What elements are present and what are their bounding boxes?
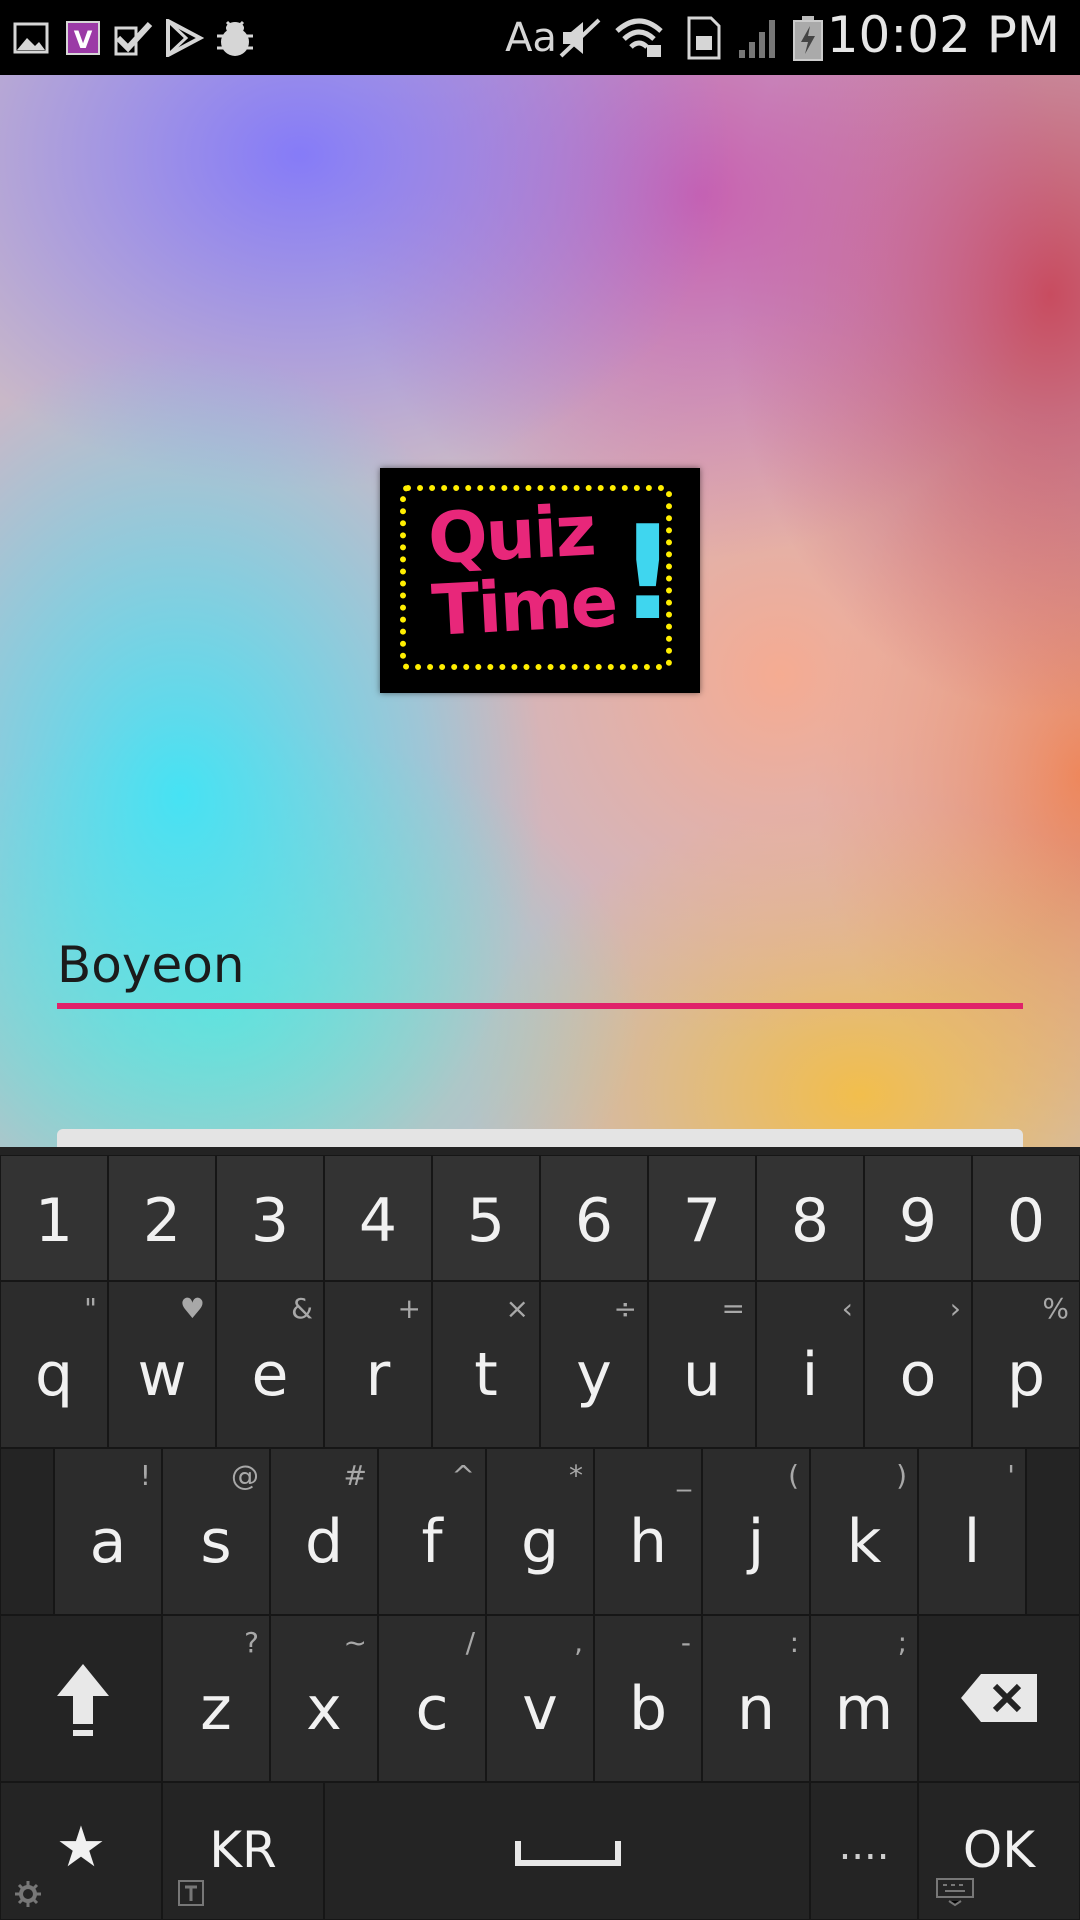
debug-bug-icon	[212, 14, 258, 62]
logo-title: Quiz Time	[426, 489, 623, 652]
key-o[interactable]: › o	[864, 1281, 972, 1448]
ok-enter-key[interactable]: OK	[918, 1782, 1080, 1920]
task-check-icon	[112, 14, 156, 62]
play-store-icon	[162, 14, 206, 62]
key-w[interactable]: ♥ w	[108, 1281, 216, 1448]
period-key[interactable]: ....	[810, 1782, 918, 1920]
key-g[interactable]: * g	[486, 1448, 594, 1615]
key-p[interactable]: % p	[972, 1281, 1080, 1448]
wifi-icon	[612, 14, 666, 62]
viber-icon: V	[64, 14, 102, 62]
key-i[interactable]: ‹ i	[756, 1281, 864, 1448]
app-content: Quiz Time !	[0, 75, 1080, 1147]
star-icon: ★	[55, 1815, 107, 1880]
key-d[interactable]: # d	[270, 1448, 378, 1615]
key-5[interactable]: 5	[432, 1155, 540, 1281]
symbols-key[interactable]: ★	[0, 1782, 162, 1920]
logo-text-time: Time	[429, 560, 619, 652]
backspace-key[interactable]	[918, 1615, 1080, 1782]
battery-charging-icon	[790, 14, 826, 62]
key-y[interactable]: ÷ y	[540, 1281, 648, 1448]
key-0[interactable]: 0	[972, 1155, 1080, 1281]
keyboard-row2-left-spacer	[0, 1448, 54, 1615]
key-z[interactable]: ? z	[162, 1615, 270, 1782]
gallery-icon	[12, 14, 50, 62]
language-key[interactable]: KR	[162, 1782, 324, 1920]
key-n[interactable]: :n	[702, 1615, 810, 1782]
logo-exclamation: !	[618, 497, 678, 649]
key-e[interactable]: & e	[216, 1281, 324, 1448]
key-q[interactable]: " q	[0, 1281, 108, 1448]
key-f[interactable]: ^ f	[378, 1448, 486, 1615]
soft-keyboard: 1 2 3 4 5 6 7 8 9 0 " q ♥ w & e + r × t ÷ y = u…	[0, 1147, 1080, 1920]
backspace-icon	[961, 1674, 1037, 1722]
key-t[interactable]: × t	[432, 1281, 540, 1448]
settings-gear-icon	[15, 1881, 41, 1907]
key-l[interactable]: ' l	[918, 1448, 1026, 1615]
key-c[interactable]: / c	[378, 1615, 486, 1782]
key-9[interactable]: 9	[864, 1155, 972, 1281]
key-a[interactable]: ! a	[54, 1448, 162, 1615]
key-1[interactable]: 1	[0, 1155, 108, 1281]
clock-time: 10:02 PM	[826, 6, 1060, 64]
key-u[interactable]: = u	[648, 1281, 756, 1448]
submit-button-partial[interactable]	[57, 1129, 1023, 1147]
quiz-time-logo: Quiz Time !	[380, 468, 700, 693]
shift-arrow-icon	[57, 1664, 109, 1736]
key-r[interactable]: + r	[324, 1281, 432, 1448]
space-key[interactable]	[324, 1782, 810, 1920]
key-4[interactable]: 4	[324, 1155, 432, 1281]
shift-key[interactable]	[0, 1615, 162, 1782]
key-h[interactable]: _ h	[594, 1448, 702, 1615]
sim-card-icon	[686, 14, 722, 62]
space-bar-icon	[515, 1841, 621, 1866]
keyboard-hide-icon	[936, 1878, 974, 1907]
key-s[interactable]: @ s	[162, 1448, 270, 1615]
key-j[interactable]: (j	[702, 1448, 810, 1615]
name-input[interactable]	[57, 925, 1023, 1005]
keyboard-row2-right-spacer	[1026, 1448, 1080, 1615]
key-v[interactable]: ,v	[486, 1615, 594, 1782]
key-x[interactable]: ~ x	[270, 1615, 378, 1782]
key-3[interactable]: 3	[216, 1155, 324, 1281]
signal-icon	[736, 14, 780, 62]
key-k[interactable]: ) k	[810, 1448, 918, 1615]
font-size-indicator: Aa	[505, 15, 557, 61]
svg-text:V: V	[74, 26, 93, 54]
mute-icon	[558, 14, 602, 62]
key-b[interactable]: -b	[594, 1615, 702, 1782]
key-7[interactable]: 7	[648, 1155, 756, 1281]
key-2[interactable]: 2	[108, 1155, 216, 1281]
text-input-icon	[178, 1880, 204, 1906]
key-6[interactable]: 6	[540, 1155, 648, 1281]
key-8[interactable]: 8	[756, 1155, 864, 1281]
name-input-underline	[57, 1003, 1023, 1009]
key-m[interactable]: ; m	[810, 1615, 918, 1782]
status-bar: V Aa 10:02 PM	[0, 0, 1080, 75]
